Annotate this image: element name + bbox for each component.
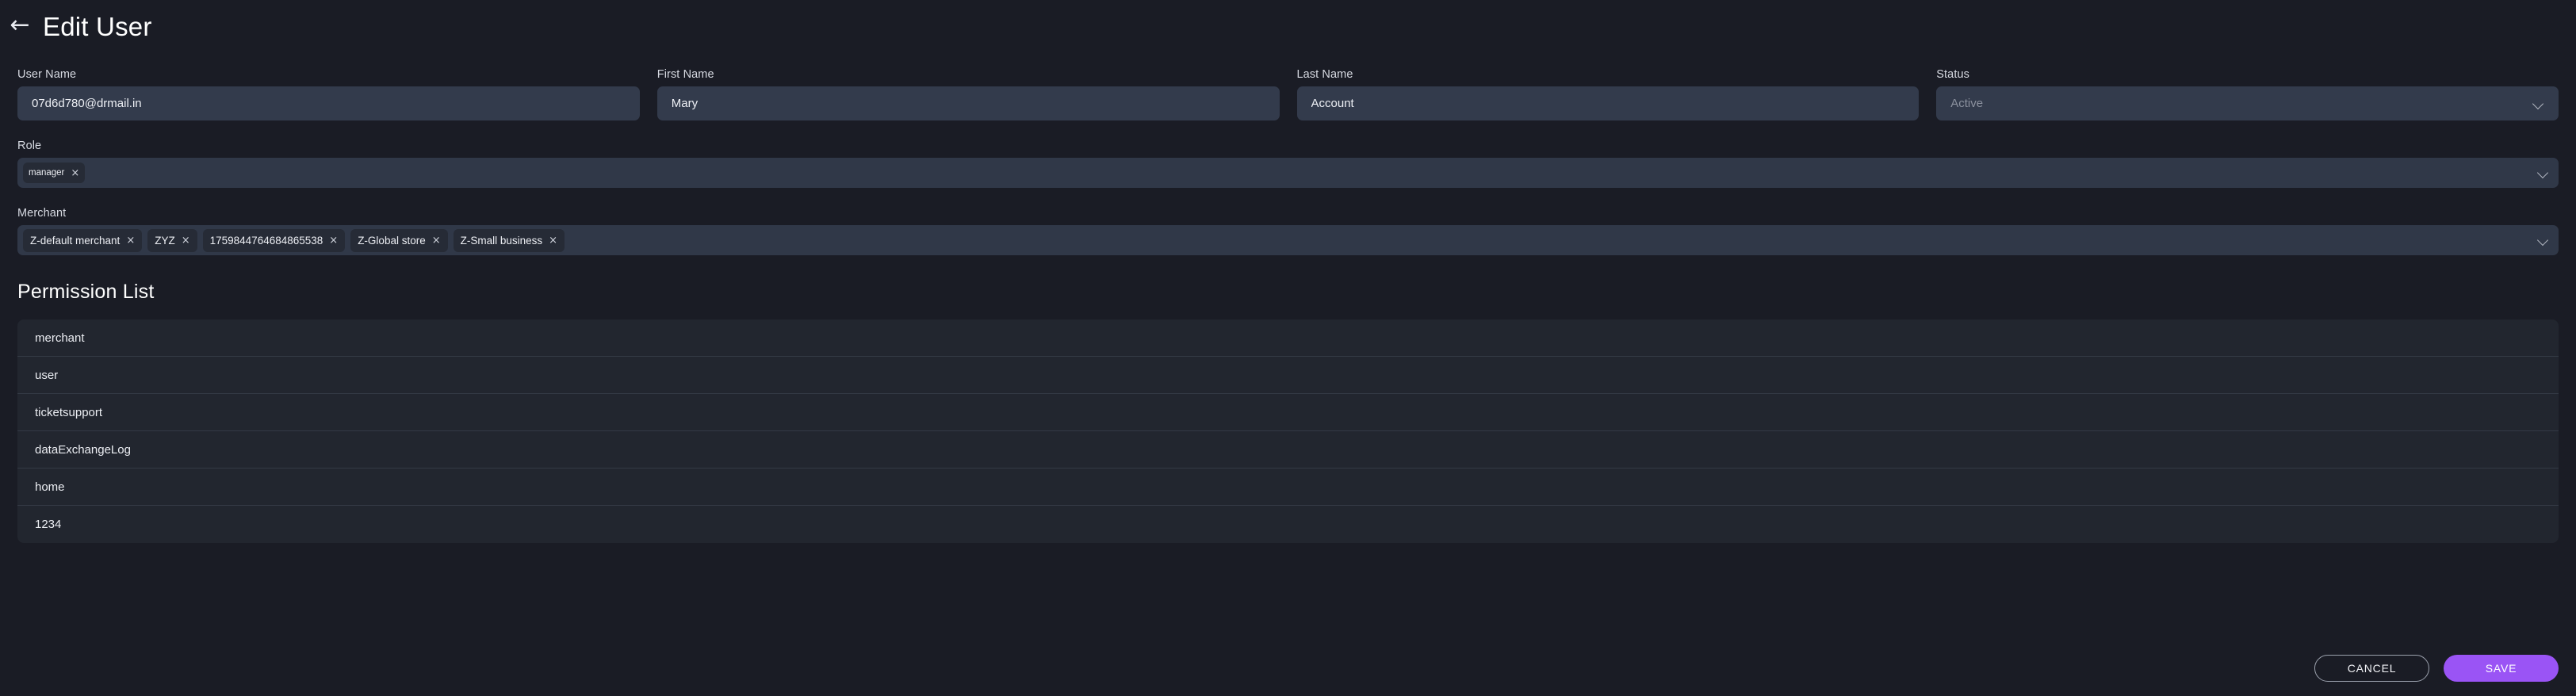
merchant-chip-label: ZYZ — [155, 234, 175, 247]
merchant-chip-label: 1759844764684865538 — [209, 234, 323, 247]
close-icon[interactable]: × — [329, 235, 338, 246]
list-item[interactable]: home — [17, 468, 2559, 506]
user-name-label: User Name — [17, 68, 77, 81]
merchant-chip-label: Z-Global store — [358, 234, 426, 247]
first-name-label: First Name — [656, 68, 714, 81]
close-icon[interactable]: × — [126, 235, 135, 246]
merchant-chip-label: Z-Small business — [460, 234, 543, 247]
permission-list: merchant user ticketsupport dataExchange… — [17, 319, 2559, 543]
list-item[interactable]: ticketsupport — [17, 394, 2559, 431]
close-icon[interactable]: × — [549, 235, 557, 246]
list-item[interactable]: dataExchangeLog — [17, 431, 2559, 468]
close-icon[interactable]: × — [182, 235, 190, 246]
save-button[interactable]: SAVE — [2444, 655, 2559, 682]
merchant-select[interactable]: Z-default merchant × ZYZ × 1759844764684… — [17, 225, 2559, 255]
field-first-name: First Name — [656, 68, 1280, 120]
user-name-input[interactable] — [17, 86, 640, 120]
role-chip-label: manager — [29, 168, 65, 178]
merchant-label: Merchant — [17, 207, 67, 220]
list-item[interactable]: merchant — [17, 319, 2559, 357]
list-item[interactable]: 1234 — [17, 506, 2559, 543]
cancel-button[interactable]: CANCEL — [2314, 655, 2429, 682]
merchant-chip[interactable]: Z-Small business × — [453, 228, 565, 252]
permission-list-title: Permission List — [17, 281, 155, 303]
page-title: Edit User — [43, 12, 152, 41]
list-item[interactable]: user — [17, 357, 2559, 394]
merchant-chip[interactable]: Z-Global store × — [350, 228, 448, 252]
last-name-label: Last Name — [1296, 68, 1353, 81]
status-placeholder: Active — [1950, 97, 1984, 110]
merchant-chip[interactable]: 1759844764684865538 × — [202, 228, 346, 252]
field-status: Status Active — [1936, 68, 2559, 120]
close-icon[interactable]: × — [71, 168, 79, 178]
first-name-input[interactable] — [656, 86, 1280, 120]
role-section: Role manager × — [0, 140, 2576, 188]
merchant-chip[interactable]: ZYZ × — [147, 228, 197, 252]
edit-user-page: ← Edit User User Name First Name Last Na… — [0, 0, 2576, 696]
chevron-down-icon — [2533, 98, 2544, 109]
form-actions: CANCEL SAVE — [2314, 655, 2559, 682]
status-select[interactable]: Active — [1936, 86, 2559, 120]
arrow-left-icon[interactable]: ← — [8, 13, 32, 37]
chevron-down-icon — [2538, 167, 2549, 178]
chevron-down-icon — [2538, 235, 2549, 246]
merchant-chip[interactable]: Z-default merchant × — [23, 228, 143, 252]
status-label: Status — [1936, 68, 1969, 81]
field-last-name: Last Name — [1296, 68, 1920, 120]
role-label: Role — [17, 140, 42, 152]
last-name-input[interactable] — [1296, 86, 1920, 120]
role-select[interactable]: manager × — [17, 158, 2559, 188]
field-user-name: User Name — [17, 68, 640, 120]
user-details-row: User Name First Name Last Name Status Ac… — [0, 68, 2576, 120]
merchant-section: Merchant Z-default merchant × ZYZ × 1759… — [0, 207, 2576, 255]
close-icon[interactable]: × — [432, 235, 441, 246]
page-header: ← Edit User — [0, 0, 2576, 44]
merchant-chip-label: Z-default merchant — [30, 234, 121, 247]
role-chip[interactable]: manager × — [23, 163, 86, 183]
